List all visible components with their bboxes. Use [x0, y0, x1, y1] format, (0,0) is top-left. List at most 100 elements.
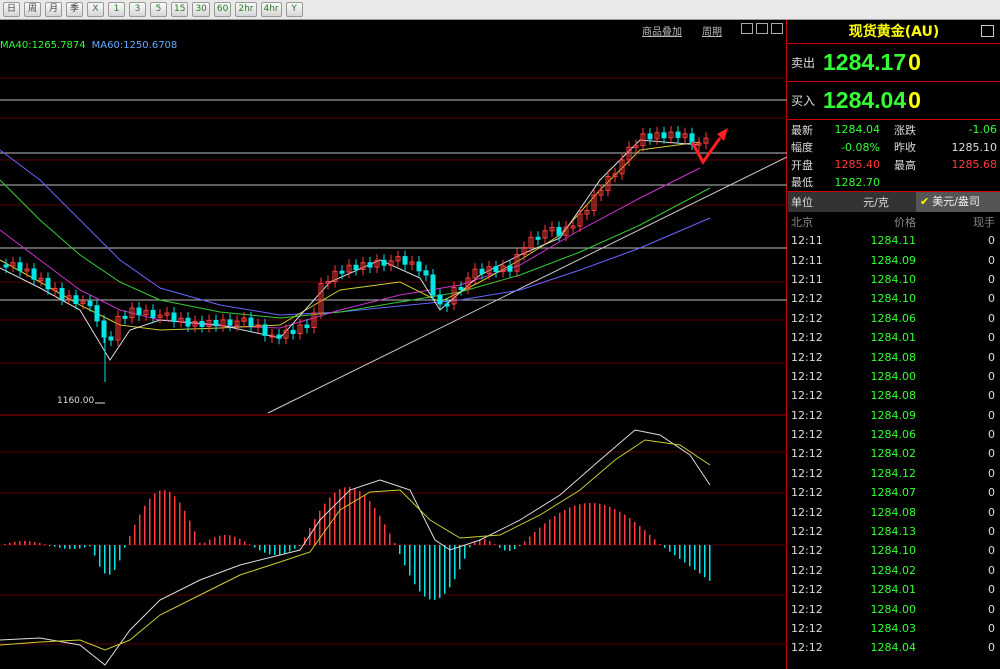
tick-time: 12:12: [791, 622, 823, 635]
tick-volume: 0: [988, 544, 995, 558]
period-button[interactable]: 1: [108, 2, 125, 17]
tick-row[interactable]: 12:12 1284.08 0: [788, 386, 1000, 405]
tick-row[interactable]: 12:12 1284.08 0: [788, 347, 1000, 366]
macd-bar: [599, 503, 601, 545]
tick-volume: 0: [988, 486, 995, 500]
tick-row[interactable]: 12:12 1284.00 0: [788, 367, 1000, 386]
tick-row[interactable]: 12:12 1284.04 0: [788, 638, 1000, 657]
tick-row[interactable]: 12:12 1284.06 0: [788, 425, 1000, 444]
tick-row[interactable]: 12:12 1284.12 0: [788, 464, 1000, 483]
candle-body: [353, 264, 359, 270]
macd-bar: [364, 495, 366, 545]
period-button[interactable]: 3: [129, 2, 146, 17]
macd-bar: [269, 545, 271, 555]
tick-row[interactable]: 12:12 1284.01 0: [788, 328, 1000, 347]
macd-bar: [489, 540, 491, 545]
kline-chart-area[interactable]: MA40:1265.7874 MA60:1250.6708 商品叠加 周期 116…: [0, 20, 787, 669]
tick-row[interactable]: 12:12 1284.02 0: [788, 444, 1000, 463]
tick-price: 1284.02: [870, 563, 917, 577]
macd-bar: [244, 541, 246, 545]
tick-row[interactable]: 12:12 1284.08 0: [788, 502, 1000, 521]
period-button[interactable]: X: [87, 2, 104, 17]
ticks-list[interactable]: 12:11 1284.11 0 12:11 1284.09 0 12:11 1284.10 0 1…: [788, 231, 1000, 658]
period-button[interactable]: 2hr: [235, 2, 257, 17]
candle-body: [535, 236, 541, 240]
tick-row[interactable]: 12:12 1284.07 0: [788, 483, 1000, 502]
macd-bar: [49, 545, 51, 546]
period-button[interactable]: 30: [192, 2, 210, 17]
macd-bar: [294, 545, 296, 549]
macd-bar: [59, 545, 61, 548]
macd-bar: [664, 545, 666, 548]
tick-volume: 0: [988, 583, 995, 597]
unit-option-yuan[interactable]: 元/克: [836, 194, 916, 210]
tick-price: 1284.03: [870, 622, 917, 635]
period-button[interactable]: Y: [285, 2, 303, 17]
period-button[interactable]: 周: [24, 2, 41, 17]
zoom-out-icon[interactable]: [741, 23, 753, 34]
tick-row[interactable]: 12:12 1284.10 0: [788, 289, 1000, 308]
period-button[interactable]: 日: [3, 2, 20, 17]
period-button[interactable]: 15: [171, 2, 189, 17]
tick-row[interactable]: 12:12 1284.03 0: [788, 619, 1000, 638]
tick-row[interactable]: 12:12 1284.00 0: [788, 599, 1000, 618]
macd-bar: [129, 535, 131, 545]
unit-alt-label: 美元/盎司: [932, 195, 980, 208]
macd-bar: [284, 545, 286, 554]
tick-time: 12:12: [791, 486, 823, 500]
tick-time: 12:12: [791, 563, 823, 577]
tick-row[interactable]: 12:11 1284.10 0: [788, 270, 1000, 289]
macd-bar: [589, 503, 591, 545]
period-link[interactable]: 周期: [702, 23, 722, 38]
tick-price: 1284.10: [870, 272, 917, 286]
tick-time: 12:11: [791, 234, 823, 248]
tick-row[interactable]: 12:12 1284.10 0: [788, 541, 1000, 560]
macd-bar: [259, 545, 261, 551]
macd-bar: [339, 489, 341, 545]
tick-price: 1284.10: [870, 544, 917, 558]
period-button[interactable]: 季: [66, 2, 83, 17]
candle-body: [479, 268, 485, 274]
tick-row[interactable]: 12:12 1284.01 0: [788, 580, 1000, 599]
period-button[interactable]: 5: [150, 2, 167, 17]
tick-row[interactable]: 12:12 1284.06 0: [788, 309, 1000, 328]
ma-value-label: MA40:1265.7874: [0, 40, 86, 51]
candle-body: [3, 264, 9, 268]
macd-bar: [629, 518, 631, 545]
candle-body: [416, 261, 422, 272]
macd-bar: [649, 534, 651, 545]
macd-bar: [569, 507, 571, 545]
period-button[interactable]: 4hr: [260, 2, 282, 17]
macd-dif-line: [0, 429, 711, 666]
tick-row[interactable]: 12:11 1284.11 0: [788, 231, 1000, 250]
macd-bar: [44, 544, 46, 546]
period-button[interactable]: 月: [45, 2, 62, 17]
tick-row[interactable]: 12:12 1284.13 0: [788, 522, 1000, 541]
macd-bar: [219, 535, 221, 545]
tick-row[interactable]: 12:12 1284.02 0: [788, 561, 1000, 580]
macd-bar: [514, 545, 516, 550]
macd-bar: [179, 502, 181, 545]
macd-bar: [429, 545, 431, 600]
tick-row[interactable]: 12:12 1284.09 0: [788, 406, 1000, 425]
macd-bar: [634, 521, 636, 545]
window-button-icon[interactable]: [981, 25, 994, 37]
tick-row[interactable]: 12:11 1284.09 0: [788, 250, 1000, 269]
period-button[interactable]: 60: [213, 2, 232, 17]
macd-bar: [274, 545, 276, 555]
macd-bar: [504, 545, 506, 551]
candle-body: [675, 131, 681, 138]
zoom-in-icon[interactable]: [756, 23, 768, 34]
restore-icon[interactable]: [771, 23, 783, 34]
candle-body: [227, 319, 233, 326]
macd-bar: [434, 545, 436, 600]
kline-chart-svg[interactable]: [0, 20, 787, 669]
candle-body: [493, 266, 499, 273]
overlay-link[interactable]: 商品叠加: [642, 23, 682, 38]
unit-option-usd[interactable]: ✔ 美元/盎司: [916, 192, 1000, 212]
tick-price: 1284.13: [870, 525, 917, 539]
tick-price: 1284.09: [870, 408, 917, 422]
macd-bar: [104, 545, 106, 574]
tick-volume: 0: [988, 641, 995, 655]
unit-bar: 单位 元/克 ✔ 美元/盎司: [788, 192, 1000, 212]
